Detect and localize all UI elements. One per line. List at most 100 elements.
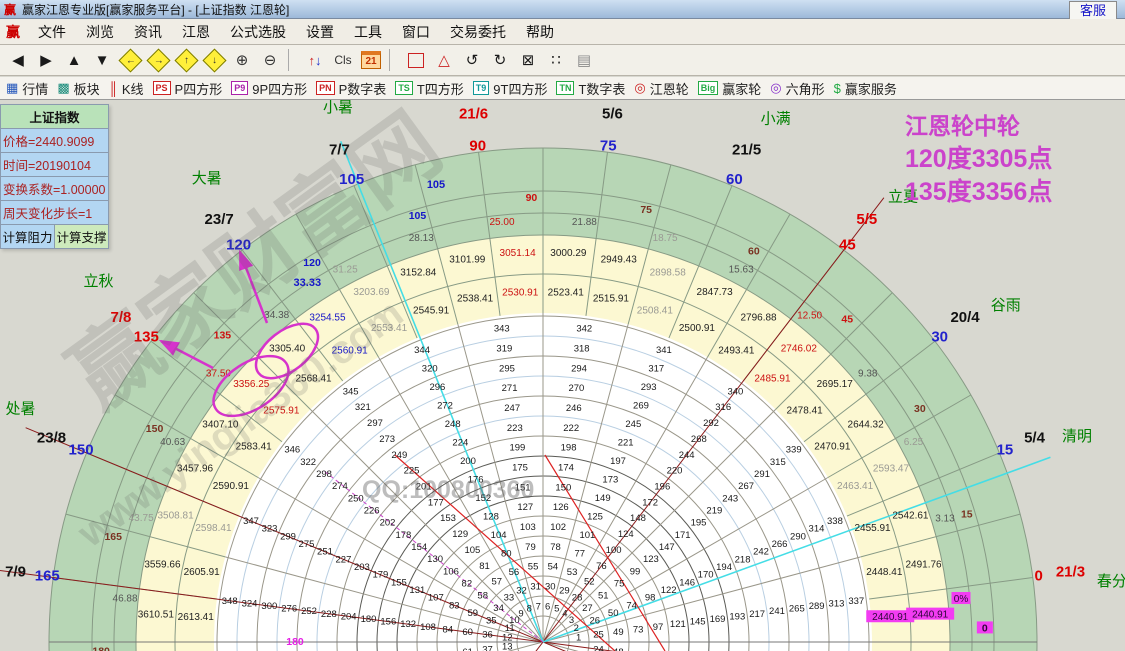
diamond-down-icon[interactable]: ↓ — [201, 48, 227, 72]
up-icon[interactable]: ▲ — [61, 48, 87, 72]
zoom-out-icon[interactable]: ⊖ — [257, 48, 283, 72]
svg-text:266: 266 — [772, 539, 788, 550]
svg-text:2553.41: 2553.41 — [371, 323, 408, 334]
ribbon-item-t-number-table[interactable]: TNT数字表 — [556, 79, 625, 98]
ribbon-toolbar: ▦行情 ▩板块 ║K线 PSP四方形 P99P四方形 PNP数字表 TST四方形 T99T四方… — [0, 77, 1125, 100]
svg-text:2613.41: 2613.41 — [178, 612, 215, 623]
svg-text:51: 51 — [598, 591, 609, 602]
zoom-in-icon[interactable]: ⊕ — [229, 48, 255, 72]
menu-item-江恩[interactable]: 江恩 — [172, 20, 220, 44]
svg-text:339: 339 — [786, 445, 802, 456]
ribbon-label: 赢家服务 — [845, 79, 897, 98]
ribbon-item-p-number-table[interactable]: PNP数字表 — [316, 79, 386, 98]
svg-text:145: 145 — [690, 617, 706, 628]
svg-text:33: 33 — [504, 593, 515, 604]
svg-text:54: 54 — [548, 562, 559, 573]
triangle-tool-icon[interactable]: △ — [431, 48, 457, 72]
ribbon-item-p-square[interactable]: PSP四方形 — [153, 79, 223, 98]
quote-row-1: 时间=20190104 — [1, 153, 108, 177]
svg-text:338: 338 — [827, 516, 843, 527]
menu-item-文件[interactable]: 文件 — [28, 20, 76, 44]
svg-text:76: 76 — [596, 561, 607, 572]
ribbon-item-hexagon[interactable]: ◎六角形 — [770, 79, 824, 98]
calendar-icon[interactable]: 21 — [358, 48, 384, 72]
svg-text:25.00: 25.00 — [489, 217, 514, 228]
menu-item-资讯[interactable]: 资讯 — [124, 20, 172, 44]
svg-text:21/6: 21/6 — [459, 106, 488, 123]
ribbon-item-quotes[interactable]: ▦行情 — [6, 79, 48, 98]
menu-item-设置[interactable]: 设置 — [296, 20, 344, 44]
svg-text:2440.91: 2440.91 — [872, 612, 909, 623]
ribbon-item-9p-square[interactable]: P99P四方形 — [231, 79, 307, 98]
cls-button[interactable]: Cls — [330, 48, 356, 72]
svg-text:32: 32 — [516, 585, 527, 596]
ribbon-item-kline[interactable]: ║K线 — [109, 79, 144, 98]
svg-text:59: 59 — [467, 608, 478, 619]
svg-text:347: 347 — [243, 516, 259, 527]
menu-item-帮助[interactable]: 帮助 — [516, 20, 564, 44]
svg-text:337: 337 — [848, 596, 864, 607]
svg-text:2593.47: 2593.47 — [873, 463, 910, 474]
svg-text:2598.41: 2598.41 — [195, 523, 232, 534]
ribbon-label: 江恩轮 — [650, 79, 689, 98]
svg-text:2530.91: 2530.91 — [502, 288, 539, 299]
svg-text:319: 319 — [496, 344, 512, 355]
svg-text:193: 193 — [729, 611, 745, 622]
ribbon-item-winner-service[interactable]: $赢家服务 — [834, 79, 897, 98]
forward-icon[interactable]: ▶ — [33, 48, 59, 72]
svg-text:2949.43: 2949.43 — [601, 254, 638, 265]
center-icon[interactable]: ∷ — [543, 48, 569, 72]
title-bar: 赢 赢家江恩专业版[赢家服务平台] - [上证指数 江恩轮] — [0, 0, 1125, 19]
menu-item-交易委托[interactable]: 交易委托 — [440, 20, 516, 44]
ribbon-item-gann-wheel[interactable]: ◎江恩轮 — [634, 79, 688, 98]
svg-text:276: 276 — [281, 604, 297, 615]
svg-text:106: 106 — [443, 566, 459, 577]
menu-item-窗口[interactable]: 窗口 — [392, 20, 440, 44]
rotate-ccw-icon[interactable]: ↺ — [459, 48, 485, 72]
ribbon-label: T数字表 — [578, 79, 625, 98]
svg-text:123: 123 — [643, 554, 659, 565]
svg-text:156: 156 — [380, 617, 396, 628]
svg-text:289: 289 — [809, 601, 825, 612]
square-tool-icon[interactable] — [403, 48, 429, 72]
ribbon-item-winner-wheel[interactable]: Big赢家轮 — [698, 79, 762, 98]
menu-item-工具[interactable]: 工具 — [344, 20, 392, 44]
menu-item-公式选股[interactable]: 公式选股 — [220, 20, 296, 44]
svg-text:313: 313 — [829, 598, 845, 609]
menu-item-浏览[interactable]: 浏览 — [76, 20, 124, 44]
svg-text:80: 80 — [501, 548, 512, 559]
back-icon[interactable]: ◀ — [5, 48, 31, 72]
ribbon-item-sectors[interactable]: ▩板块 — [57, 79, 99, 98]
svg-text:202: 202 — [380, 518, 396, 529]
updown-scale-icon[interactable]: ↑↓ — [302, 48, 328, 72]
diamond-up-icon[interactable]: ↑ — [173, 48, 199, 72]
down-icon[interactable]: ▼ — [89, 48, 115, 72]
svg-text:3152.84: 3152.84 — [400, 268, 437, 279]
sep — [288, 49, 297, 71]
svg-text:5: 5 — [554, 604, 559, 615]
rotate-cw-icon[interactable]: ↻ — [487, 48, 513, 72]
svg-text:341: 341 — [656, 345, 672, 356]
button-calc-resistance[interactable]: 计算阻力 — [1, 225, 55, 248]
svg-text:243: 243 — [722, 493, 738, 504]
svg-text:2605.91: 2605.91 — [184, 567, 221, 578]
ribbon-item-t-square[interactable]: TST四方形 — [395, 79, 463, 98]
diamond-left-icon[interactable]: ← — [117, 48, 143, 72]
svg-text:55: 55 — [528, 562, 539, 573]
ribbon-label: 板块 — [74, 79, 100, 98]
svg-text:150: 150 — [555, 482, 571, 493]
button-calc-support[interactable]: 计算支撑 — [55, 225, 108, 248]
diamond-right-icon[interactable]: → — [145, 48, 171, 72]
svg-text:73: 73 — [633, 624, 644, 635]
svg-text:57: 57 — [491, 577, 502, 588]
panel-icon[interactable]: ▤ — [571, 48, 597, 72]
svg-text:244: 244 — [679, 450, 695, 461]
toolbar: ◀▶▲▼←→↑↓⊕⊖↑↓Cls21△↺↻⊠∷▤ — [0, 45, 1125, 76]
svg-text:180: 180 — [92, 646, 110, 651]
svg-text:320: 320 — [422, 364, 438, 375]
ribbon-item-9t-square[interactable]: T99T四方形 — [473, 79, 548, 98]
maximize-icon[interactable]: ⊠ — [515, 48, 541, 72]
svg-text:58: 58 — [477, 591, 488, 602]
svg-text:146: 146 — [679, 577, 695, 588]
p-number-table-icon: PN — [316, 81, 335, 95]
